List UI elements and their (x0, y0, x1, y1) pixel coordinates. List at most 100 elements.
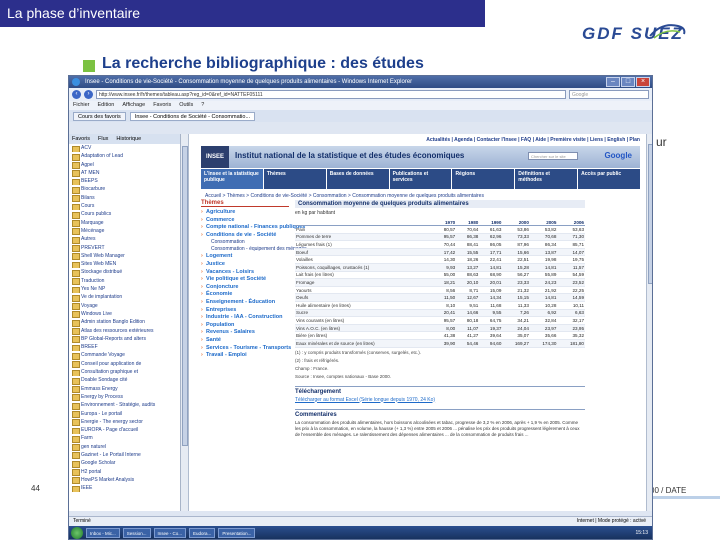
theme-link[interactable]: Revenus - Salaires (201, 329, 289, 337)
favorite-item[interactable]: BEEPS (69, 177, 180, 186)
favorite-item[interactable]: Yes Ne NP (69, 285, 180, 294)
favorite-item[interactable]: BREEF (69, 343, 180, 352)
favorite-item[interactable]: IEEE (69, 484, 180, 493)
theme-link[interactable]: Santé (201, 337, 289, 345)
favorite-item[interactable]: Atlas des ressources extérieures (69, 327, 180, 335)
favorite-item[interactable]: Stockage distribué (69, 268, 180, 277)
favorite-item[interactable]: H2 portal (69, 468, 180, 476)
favorite-item[interactable]: AT MEN (69, 169, 180, 178)
favorite-item[interactable]: Cours (69, 202, 180, 211)
back-button[interactable]: ‹ (72, 90, 81, 99)
taskbar-button[interactable]: Presentation... (218, 527, 256, 538)
favorite-item[interactable]: Shell Web Manager (69, 252, 180, 261)
favorite-item[interactable]: Agpel (69, 161, 180, 169)
nav-tab-databases[interactable]: Bases de données (326, 169, 389, 189)
favorite-item[interactable]: Mécénage (69, 227, 180, 236)
sidebar-tab-history[interactable]: Historique (116, 134, 141, 144)
theme-link[interactable]: Travail - Emploi (201, 352, 289, 360)
theme-link[interactable]: Agriculture (201, 209, 289, 217)
theme-link[interactable]: Commerce (201, 217, 289, 225)
favorite-item[interactable]: Biocarbure (69, 185, 180, 194)
nav-tab-public[interactable]: Accès par public (578, 169, 641, 189)
favorite-item[interactable]: Traduction (69, 277, 180, 286)
theme-link[interactable]: Compte national - Finances publiques (201, 224, 305, 232)
favorite-item[interactable]: Commande Voyage (69, 351, 180, 360)
theme-sublink[interactable]: Consommation (201, 239, 289, 246)
favorite-item[interactable]: Energie - The energy sector (69, 418, 180, 427)
nav-tab-publications[interactable]: Publications et services (389, 169, 452, 189)
favorite-item[interactable]: HowPS Market Analysis (69, 476, 180, 485)
tab-insee[interactable]: Insee - Conditions de Société - Consomma… (129, 111, 256, 121)
page-scrollbar[interactable] (646, 134, 652, 511)
favorite-item[interactable]: EUROPA - Page d'accueil (69, 426, 180, 435)
breadcrumb[interactable]: Accueil > Thèmes > Conditions de vie-Soc… (205, 193, 646, 199)
insee-search-input[interactable]: Chercher sur le site (528, 152, 578, 160)
favorite-item[interactable]: PREVERT (69, 244, 180, 252)
menu-tools[interactable]: Outils (179, 101, 193, 110)
favorite-item[interactable]: Environnement - Stratégie, audits (69, 401, 180, 410)
forward-button[interactable]: › (84, 90, 93, 99)
nav-tab-regions[interactable]: Régions (452, 169, 515, 189)
scrollbar-thumb[interactable] (182, 146, 188, 446)
favorite-item[interactable]: Autres (69, 235, 180, 244)
theme-link[interactable]: Conditions de vie - Société (201, 232, 289, 240)
favorite-item[interactable]: Marquage (69, 219, 180, 227)
menu-edit[interactable]: Edition (98, 101, 115, 110)
nav-tab-definitions[interactable]: Définitions et méthodes (515, 169, 578, 189)
theme-link[interactable]: Justice (201, 261, 289, 269)
favorite-item[interactable]: Sites Web MEN (69, 260, 180, 269)
sidebar-tab-feeds[interactable]: Flux (98, 134, 108, 144)
favorite-item[interactable]: Ve de implantation (69, 293, 180, 302)
favorite-item[interactable]: Gazinet - Le Portail Interne (69, 451, 180, 460)
close-button[interactable]: × (636, 77, 650, 87)
favorite-item[interactable]: Doable Sondage cité (69, 376, 180, 385)
favorite-item[interactable]: Energy by Process (69, 393, 180, 402)
theme-link[interactable]: Vie politique et Société (201, 276, 289, 284)
favorite-item[interactable]: Emmass Energy (69, 385, 180, 393)
favorite-item[interactable]: Europa - Le portail (69, 410, 180, 418)
scrollbar-thumb[interactable] (648, 144, 652, 284)
download-excel-link[interactable]: Télécharger au format Excel (Série longu… (295, 397, 585, 403)
favorite-item[interactable]: Cours publics (69, 210, 180, 219)
theme-link[interactable]: Économie (201, 291, 289, 299)
taskbar-button[interactable]: Session... (122, 527, 151, 538)
theme-sublink[interactable]: Consommation - équipement des ménages (201, 246, 307, 253)
menu-favorites[interactable]: Favoris (153, 101, 171, 110)
tab-favorites-center[interactable]: Cours des favoris (73, 111, 126, 121)
favorite-item[interactable]: ACV (69, 144, 180, 153)
theme-link[interactable]: Logement (201, 253, 289, 261)
theme-link[interactable]: Services - Tourisme - Transports (201, 345, 291, 353)
start-button[interactable] (71, 526, 83, 539)
favorite-item[interactable]: Google Scholar (69, 459, 180, 468)
theme-link[interactable]: Vacances - Loisirs (201, 269, 289, 277)
theme-link[interactable]: Entreprises (201, 307, 289, 315)
address-bar[interactable]: http://www.insee.fr/fr/themes/tableau.as… (96, 90, 566, 99)
sidebar-scrollbar[interactable] (181, 134, 189, 511)
theme-link[interactable]: Population (201, 322, 289, 330)
theme-link[interactable]: Industrie - IAA - Construction (201, 314, 289, 322)
favorite-item[interactable]: Voyage (69, 302, 180, 310)
favorite-item[interactable]: Admin station Banglo Edition (69, 318, 180, 327)
favorite-item[interactable]: Farm (69, 434, 180, 443)
favorite-item[interactable]: BP Global-Reports and alters (69, 335, 180, 344)
favorite-item[interactable]: gen naturel (69, 443, 180, 451)
browser-search-input[interactable]: Google (569, 90, 649, 99)
nav-tab-themes[interactable]: Thèmes (263, 169, 326, 189)
menu-help[interactable]: ? (201, 101, 204, 110)
favorite-item[interactable]: Windows Live (69, 310, 180, 319)
insee-logo[interactable]: INSEE (201, 146, 229, 168)
taskbar-button[interactable]: Insee - Co... (153, 527, 187, 538)
favorite-item[interactable]: Consultation graphique et (69, 368, 180, 377)
favorite-item[interactable]: Conseil pour application de (69, 360, 180, 369)
taskbar-button[interactable]: Inbox - Mic... (86, 527, 120, 538)
menu-file[interactable]: Fichier (73, 101, 90, 110)
maximize-button[interactable]: □ (621, 77, 635, 87)
menu-view[interactable]: Affichage (122, 101, 145, 110)
minimize-button[interactable]: – (606, 77, 620, 87)
taskbar-button[interactable]: Eudora... (189, 527, 216, 538)
sidebar-tab-favorites[interactable]: Favoris (72, 134, 90, 144)
insee-top-links[interactable]: Actualités | Agenda | Contacter l'Insee … (189, 134, 646, 146)
nav-tab-insee[interactable]: L'Insee et la statistique publique (201, 169, 263, 189)
favorite-item[interactable]: Adaptation of Lead (69, 152, 180, 161)
theme-link[interactable]: Enseignement - Éducation (201, 299, 289, 307)
